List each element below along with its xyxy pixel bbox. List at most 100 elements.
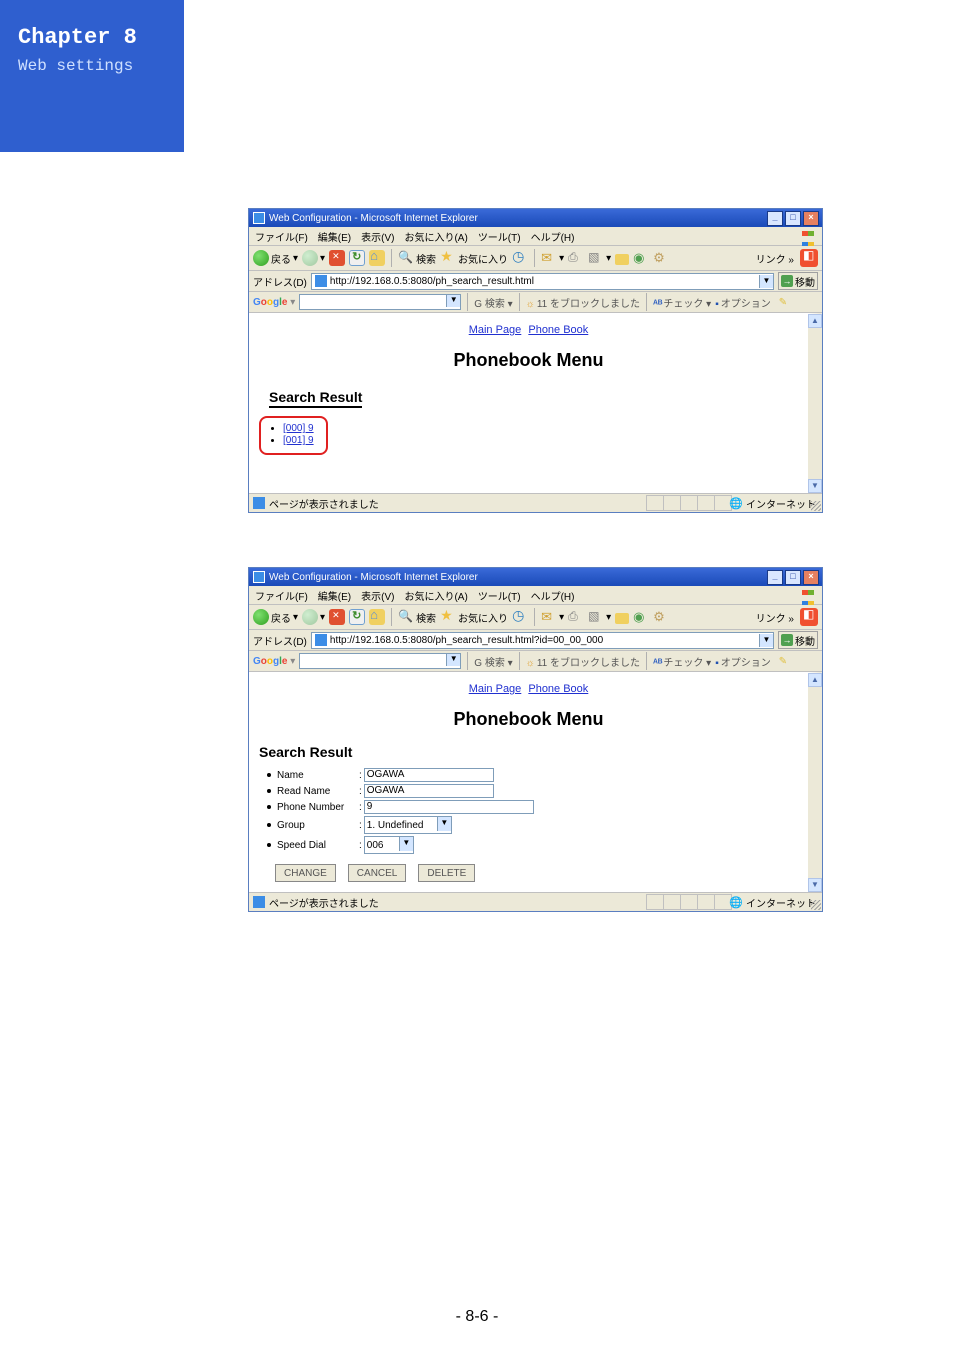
forward-button[interactable]: ▾	[302, 250, 325, 266]
bullet-icon	[267, 773, 271, 777]
menu-view[interactable]: 表示(V)	[361, 588, 394, 603]
menu-tools[interactable]: ツール(T)	[478, 588, 521, 603]
menu-view[interactable]: 表示(V)	[361, 229, 394, 244]
phone-book-link[interactable]: Phone Book	[528, 324, 588, 336]
google-search-field[interactable]: ▼	[299, 294, 461, 310]
dropdown-icon[interactable]: ▼	[399, 837, 413, 851]
delete-button[interactable]: DELETE	[418, 864, 475, 882]
maximize-button[interactable]: □	[785, 570, 801, 585]
separator	[646, 293, 647, 311]
search-button[interactable]: 検索	[398, 250, 436, 266]
group-select[interactable]: 1. Undefined ▼	[364, 816, 452, 834]
folder-icon[interactable]	[615, 613, 629, 624]
favorites-button[interactable]: お気に入り	[440, 250, 508, 266]
minimize-button[interactable]: _	[767, 570, 783, 585]
menu-help[interactable]: ヘルプ(H)	[531, 588, 575, 603]
dropdown-icon[interactable]: ▼	[437, 817, 451, 831]
stop-icon[interactable]	[329, 250, 345, 266]
google-check-btn[interactable]: チェック ▾	[653, 654, 711, 669]
scroll-up-icon[interactable]: ▲	[808, 673, 822, 687]
menu-favorites[interactable]: お気に入り(A)	[404, 588, 467, 603]
messenger-icon[interactable]	[633, 609, 649, 625]
menu-favorites[interactable]: お気に入り(A)	[404, 229, 467, 244]
google-search-btn[interactable]: G 検索 ▾	[474, 295, 512, 310]
read-name-input[interactable]: OGAWA	[364, 784, 494, 798]
close-button[interactable]: ×	[803, 570, 819, 585]
menu-edit[interactable]: 編集(E)	[318, 588, 351, 603]
scroll-down-icon[interactable]: ▼	[808, 878, 822, 892]
speed-dial-select[interactable]: 006 ▼	[364, 836, 414, 854]
forward-button[interactable]: ▾	[302, 609, 325, 625]
main-page-link[interactable]: Main Page	[469, 683, 522, 695]
google-search-field[interactable]: ▼	[299, 653, 461, 669]
menu-tools[interactable]: ツール(T)	[478, 229, 521, 244]
gear-icon[interactable]	[653, 609, 669, 625]
menu-file[interactable]: ファイル(F)	[255, 229, 308, 244]
home-icon[interactable]	[369, 250, 385, 266]
dropdown-icon[interactable]: ▼	[446, 295, 460, 307]
back-button[interactable]: 戻る ▾	[253, 609, 298, 625]
favorites-button[interactable]: お気に入り	[440, 609, 508, 625]
google-search-btn[interactable]: G 検索 ▾	[474, 654, 512, 669]
mail-button[interactable]: ▾	[541, 250, 564, 266]
row-read-name: Read Name : OGAWA	[249, 784, 808, 798]
back-button[interactable]: 戻る ▾	[253, 250, 298, 266]
google-highlight-btn[interactable]	[775, 297, 787, 308]
scroll-down-icon[interactable]: ▼	[808, 479, 822, 493]
address-field[interactable]: http://192.168.0.5:8080/ph_search_result…	[311, 273, 774, 290]
links-label[interactable]: リンク »	[756, 610, 794, 625]
messenger-icon[interactable]	[633, 250, 649, 266]
google-highlight-btn[interactable]	[775, 656, 787, 667]
menu-help[interactable]: ヘルプ(H)	[531, 229, 575, 244]
dropdown-icon[interactable]: ▼	[446, 654, 460, 666]
print-icon[interactable]	[568, 250, 584, 266]
mail-button[interactable]: ▾	[541, 609, 564, 625]
change-button[interactable]: CHANGE	[275, 864, 336, 882]
name-input[interactable]: OGAWA	[364, 768, 494, 782]
google-logo: Google ▾	[253, 656, 295, 667]
cancel-button[interactable]: CANCEL	[348, 864, 407, 882]
search-icon	[398, 609, 414, 625]
home-icon[interactable]	[369, 609, 385, 625]
address-dropdown-icon[interactable]: ▼	[759, 634, 773, 647]
refresh-icon[interactable]	[349, 250, 365, 266]
result-link-000[interactable]: [000] 9	[283, 423, 314, 434]
vertical-scrollbar[interactable]: ▲ ▼	[808, 673, 822, 892]
minimize-button[interactable]: _	[767, 211, 783, 226]
menu-edit[interactable]: 編集(E)	[318, 229, 351, 244]
google-check-btn[interactable]: チェック ▾	[653, 295, 711, 310]
address-field[interactable]: http://192.168.0.5:8080/ph_search_result…	[311, 632, 774, 649]
search-button[interactable]: 検索	[398, 609, 436, 625]
phone-book-link[interactable]: Phone Book	[528, 683, 588, 695]
google-blocked-btn[interactable]: 11 をブロックしました	[526, 654, 640, 669]
history-icon[interactable]	[512, 250, 528, 266]
folder-icon[interactable]	[615, 254, 629, 265]
scroll-up-icon[interactable]: ▲	[808, 314, 822, 328]
edit-button[interactable]: ▾	[588, 609, 611, 625]
stop-icon[interactable]	[329, 609, 345, 625]
google-options-btn[interactable]: オプション	[715, 654, 771, 669]
vertical-scrollbar[interactable]: ▲ ▼	[808, 314, 822, 493]
maximize-button[interactable]: □	[785, 211, 801, 226]
address-dropdown-icon[interactable]: ▼	[759, 275, 773, 288]
links-label[interactable]: リンク »	[756, 251, 794, 266]
titlebar: Web Configuration - Microsoft Internet E…	[249, 209, 822, 227]
gear-icon[interactable]	[653, 250, 669, 266]
phone-input[interactable]: 9	[364, 800, 534, 814]
google-options-btn[interactable]: オプション	[715, 295, 771, 310]
resize-grip-icon[interactable]	[811, 900, 821, 910]
go-button[interactable]: → 移動	[778, 272, 818, 290]
refresh-icon[interactable]	[349, 609, 365, 625]
result-link-001[interactable]: [001] 9	[283, 435, 314, 446]
edit-button[interactable]: ▾	[588, 250, 611, 266]
print-icon[interactable]	[568, 609, 584, 625]
go-button[interactable]: → 移動	[778, 631, 818, 649]
norton-icon[interactable]	[800, 249, 818, 267]
close-button[interactable]: ×	[803, 211, 819, 226]
google-blocked-btn[interactable]: 11 をブロックしました	[526, 295, 640, 310]
history-icon[interactable]	[512, 609, 528, 625]
resize-grip-icon[interactable]	[811, 501, 821, 511]
menu-file[interactable]: ファイル(F)	[255, 588, 308, 603]
norton-icon[interactable]	[800, 608, 818, 626]
main-page-link[interactable]: Main Page	[469, 324, 522, 336]
